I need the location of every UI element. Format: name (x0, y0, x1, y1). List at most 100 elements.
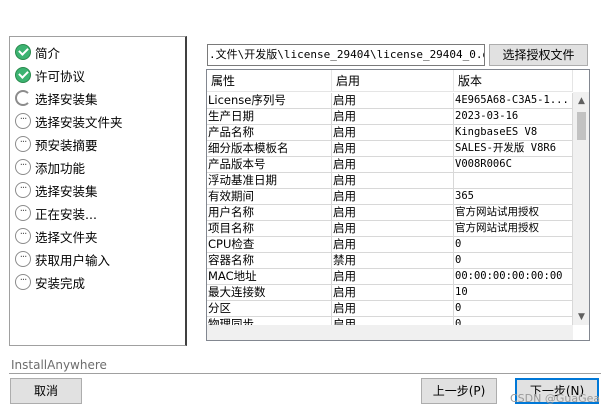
footer-divider (9, 373, 601, 374)
scroll-down-icon[interactable]: ▼ (573, 308, 589, 325)
header-enabled[interactable]: 启用 (332, 70, 454, 92)
pending-icon (15, 228, 31, 244)
cell-version: 0 (454, 301, 573, 316)
step-label: 正在安装... (35, 206, 97, 222)
step-item: 选择安装集 (15, 180, 98, 200)
step-label: 选择安装文件夹 (35, 114, 123, 130)
cell-property: 细分版本模板名 (207, 141, 332, 156)
cell-enabled: 启用 (332, 109, 454, 124)
cell-property: 有效期间 (207, 189, 332, 204)
horizontal-scrollbar[interactable] (207, 325, 573, 340)
step-item: 获取用户输入 (15, 249, 110, 269)
cell-property: 产品名称 (207, 125, 332, 140)
watermark: CSDN @GuaGea (510, 392, 601, 405)
cell-version (454, 173, 573, 188)
cell-property: MAC地址 (207, 269, 332, 284)
cell-property: 生产日期 (207, 109, 332, 124)
cell-version: 4E965A68-C3A5-1... (454, 93, 573, 108)
header-property[interactable]: 属性 (207, 70, 332, 92)
cell-enabled: 启用 (332, 141, 454, 156)
step-item: 添加功能 (15, 157, 85, 177)
progress-icon (15, 90, 31, 106)
license-properties-table: 属性 启用 版本 License序列号 启用 4E965A68-C3A5-1... 生… (206, 69, 590, 341)
cell-enabled: 禁用 (332, 253, 454, 268)
step-label: 许可协议 (35, 68, 86, 84)
step-label: 添加功能 (35, 160, 86, 176)
step-item: 正在安装... (15, 203, 97, 223)
table-row[interactable]: 产品版本号 启用 V008R006C (207, 157, 573, 173)
step-label: 获取用户输入 (35, 252, 111, 268)
step-label: 选择安装集 (35, 91, 98, 107)
vertical-scrollbar[interactable]: ▲ ▼ (573, 92, 589, 325)
cell-enabled: 启用 (332, 125, 454, 140)
cell-version: SALES-开发版 V8R6 (454, 141, 573, 156)
cancel-button[interactable]: 取消 (10, 378, 82, 404)
table-row[interactable]: 用户名称 启用 官方网站试用授权 (207, 205, 573, 221)
check-icon (15, 44, 31, 60)
step-item: 预安装摘要 (15, 134, 98, 154)
step-label: 安装完成 (35, 275, 86, 291)
cell-enabled: 启用 (332, 285, 454, 300)
cell-version: 00:00:00:00:00:00 (454, 269, 573, 284)
table-row[interactable]: 容器名称 禁用 0 (207, 253, 573, 269)
cell-enabled: 启用 (332, 205, 454, 220)
table-row[interactable]: 产品名称 启用 KingbaseES V8 (207, 125, 573, 141)
table-row[interactable]: 项目名称 启用 官方网站试用授权 (207, 221, 573, 237)
table-body: License序列号 启用 4E965A68-C3A5-1... 生产日期 启用 2023… (207, 93, 573, 333)
cell-version: 2023-03-16 (454, 109, 573, 124)
cell-property: 最大连接数 (207, 285, 332, 300)
cell-property: 用户名称 (207, 205, 332, 220)
step-item: 选择文件夹 (15, 226, 98, 246)
table-header: 属性 启用 版本 (207, 70, 573, 92)
pending-icon (15, 113, 31, 129)
table-row[interactable]: 分区 启用 0 (207, 301, 573, 317)
installer-brand: InstallAnywhere (11, 358, 107, 372)
step-item: 选择安装集 (15, 88, 98, 108)
cell-version: KingbaseES V8 (454, 125, 573, 140)
cell-version: 0 (454, 237, 573, 252)
table-row[interactable]: License序列号 启用 4E965A68-C3A5-1... (207, 93, 573, 109)
cell-property: 分区 (207, 301, 332, 316)
cell-version: 官方网站试用授权 (454, 221, 573, 236)
choose-license-button[interactable]: 选择授权文件 (489, 44, 588, 66)
cell-enabled: 启用 (332, 237, 454, 252)
cell-version: 0 (454, 253, 573, 268)
cell-enabled: 启用 (332, 173, 454, 188)
step-item: 安装完成 (15, 272, 85, 292)
step-label: 选择文件夹 (35, 229, 98, 245)
cell-enabled: 启用 (332, 301, 454, 316)
step-item: 许可协议 (15, 65, 85, 85)
cell-enabled: 启用 (332, 269, 454, 284)
scrollbar-thumb[interactable] (577, 112, 586, 140)
step-label: 预安装摘要 (35, 137, 98, 153)
cell-enabled: 启用 (332, 157, 454, 172)
table-row[interactable]: 有效期间 启用 365 (207, 189, 573, 205)
pending-icon (15, 159, 31, 175)
table-row[interactable]: 最大连接数 启用 10 (207, 285, 573, 301)
cell-property: License序列号 (207, 93, 332, 108)
cell-property: 项目名称 (207, 221, 332, 236)
pending-icon (15, 205, 31, 221)
cell-version: V008R006C (454, 157, 573, 172)
table-row[interactable]: 细分版本模板名 启用 SALES-开发版 V8R6 (207, 141, 573, 157)
cell-enabled: 启用 (332, 221, 454, 236)
scroll-up-icon[interactable]: ▲ (573, 92, 589, 109)
table-row[interactable]: MAC地址 启用 00:00:00:00:00:00 (207, 269, 573, 285)
header-version[interactable]: 版本 (454, 70, 573, 92)
license-path-field[interactable]: .文件\开发版\license_29404\license_29404_0.da… (207, 44, 485, 66)
pending-icon (15, 136, 31, 152)
cell-enabled: 启用 (332, 189, 454, 204)
table-row[interactable]: CPU检查 启用 0 (207, 237, 573, 253)
cell-version: 365 (454, 189, 573, 204)
pending-icon (15, 182, 31, 198)
previous-button[interactable]: 上一步(P) (421, 378, 497, 404)
step-label: 选择安装集 (35, 183, 98, 199)
step-item: 简介 (15, 42, 60, 62)
table-row[interactable]: 浮动基准日期 启用 (207, 173, 573, 189)
cell-enabled: 启用 (332, 93, 454, 108)
steps-panel: 简介许可协议选择安装集选择安装文件夹预安装摘要添加功能选择安装集正在安装...选… (9, 36, 187, 346)
step-label: 简介 (35, 45, 61, 61)
table-row[interactable]: 生产日期 启用 2023-03-16 (207, 109, 573, 125)
pending-icon (15, 274, 31, 290)
step-item: 选择安装文件夹 (15, 111, 123, 131)
